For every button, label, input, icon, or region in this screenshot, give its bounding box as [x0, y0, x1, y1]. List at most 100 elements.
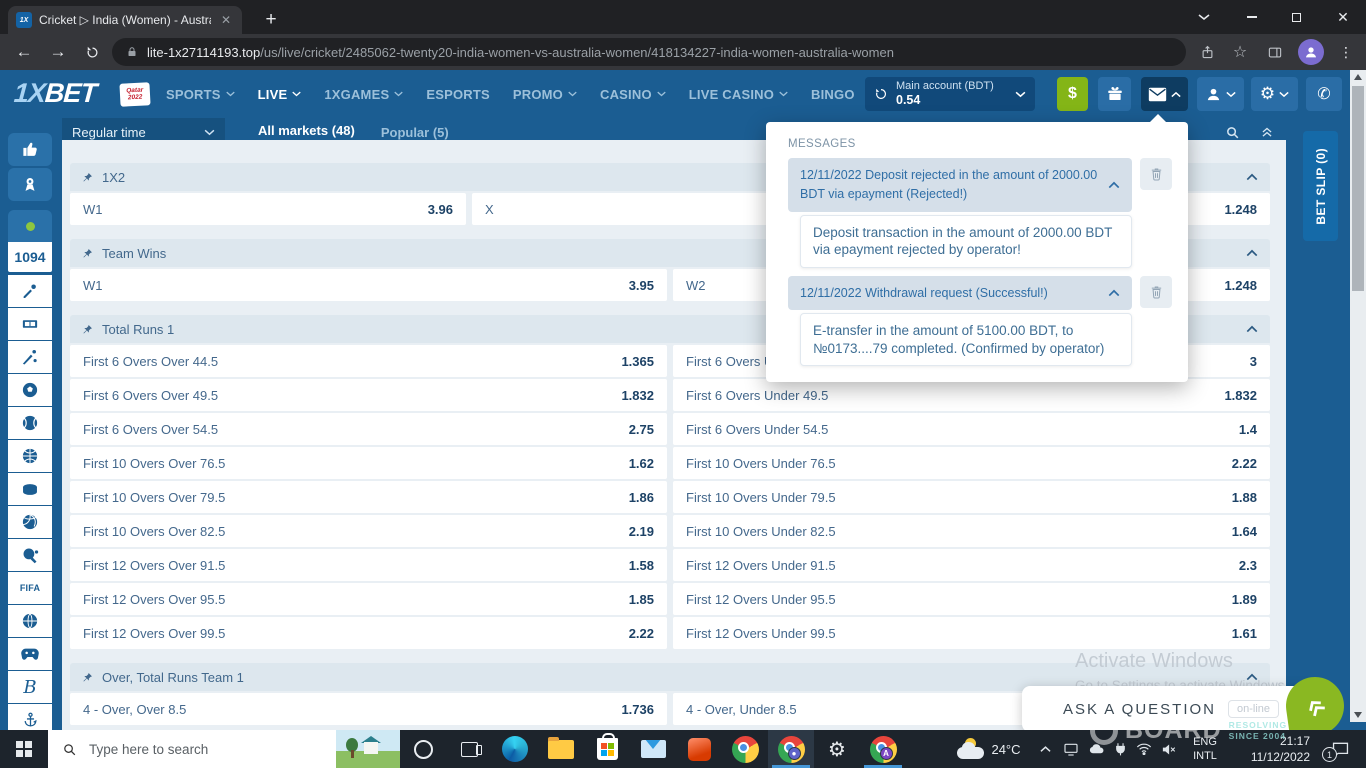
share-icon[interactable] [1193, 38, 1221, 66]
collapse-message-icon[interactable] [1108, 181, 1120, 189]
sidebar-sport-basketball[interactable] [8, 440, 52, 472]
window-close-button[interactable]: ✕ [1320, 0, 1366, 34]
window-minimize-button[interactable] [1229, 0, 1275, 34]
pin-icon[interactable] [82, 172, 93, 183]
tray-expand-icon[interactable] [1033, 730, 1057, 768]
sidebar-sport-fifa[interactable]: FIFA [8, 572, 52, 604]
settings-taskbar-button[interactable]: ⚙ [814, 730, 860, 768]
new-tab-button[interactable]: + [258, 8, 284, 32]
odds-cell[interactable]: First 10 Overs Under 79.51.88 [673, 481, 1270, 513]
odds-cell[interactable]: W13.95 [70, 269, 667, 301]
sidebar-medal-tile[interactable] [8, 168, 52, 201]
nav-item-promo[interactable]: PROMO [513, 87, 577, 102]
odds-cell[interactable]: First 12 Overs Under 91.52.3 [673, 549, 1270, 581]
file-explorer-button[interactable] [538, 730, 584, 768]
settings-button[interactable]: ⚙ [1251, 77, 1298, 111]
live-events-counter[interactable]: 1094 [8, 242, 52, 272]
odds-cell[interactable]: First 12 Overs Over 95.51.85 [70, 583, 667, 615]
sidebar-sport-betgames[interactable]: B [8, 671, 52, 703]
odds-cell[interactable]: First 6 Overs Under 49.51.832 [673, 379, 1270, 411]
odds-cell[interactable]: First 10 Overs Under 82.51.64 [673, 515, 1270, 547]
chrome-profile-a-button[interactable]: A [860, 730, 906, 768]
start-button[interactable] [0, 730, 48, 768]
sidebar-sport-soccer-ball[interactable] [8, 374, 52, 406]
window-maximize-button[interactable] [1273, 0, 1319, 34]
odds-cell[interactable]: First 12 Overs Over 99.52.22 [70, 617, 667, 649]
sidebar-sport-efootball[interactable] [8, 605, 52, 637]
nav-item-sports[interactable]: SPORTS [166, 87, 235, 102]
sidebar-live-tile[interactable] [8, 210, 52, 242]
sidebar-thumbs-up-tile[interactable] [8, 133, 52, 166]
edge-button[interactable] [492, 730, 538, 768]
chrome-active-button[interactable]: ● [768, 730, 814, 768]
nav-item-1xgames[interactable]: 1XGAMES [324, 87, 403, 102]
action-center-button[interactable]: 1 [1314, 730, 1366, 768]
sidebar-sport-gamepad[interactable] [8, 638, 52, 670]
scrollbar-up-arrow[interactable] [1350, 70, 1366, 84]
sidebar-sport-table-tennis[interactable] [8, 539, 52, 571]
scrollbar-down-arrow[interactable] [1350, 708, 1366, 722]
collapse-message-icon[interactable] [1108, 289, 1120, 297]
nav-item-bingo[interactable]: BINGO [811, 87, 855, 102]
site-logo[interactable]: 1XBET [13, 78, 97, 109]
delete-message-button[interactable] [1140, 276, 1172, 308]
sidebar-sport-volleyball[interactable] [8, 506, 52, 538]
odds-cell[interactable]: First 12 Overs Over 91.51.58 [70, 549, 667, 581]
odds-cell[interactable]: First 6 Overs Over 44.51.365 [70, 345, 667, 377]
bookmark-star-icon[interactable]: ☆ [1226, 38, 1254, 66]
odds-cell[interactable]: First 6 Overs Under 54.51.4 [673, 413, 1270, 445]
odds-cell[interactable]: First 10 Overs Over 79.51.86 [70, 481, 667, 513]
odds-cell[interactable]: First 6 Overs Over 54.52.75 [70, 413, 667, 445]
messages-button[interactable] [1141, 77, 1188, 111]
search-input[interactable] [87, 741, 297, 758]
collapse-section-icon[interactable] [1246, 173, 1258, 181]
account-chevron-icon[interactable] [1015, 91, 1026, 98]
forward-icon[interactable]: → [44, 38, 72, 66]
refresh-icon[interactable] [874, 87, 888, 101]
tabstrip-chevron-icon[interactable] [1181, 0, 1227, 34]
side-panel-icon[interactable] [1261, 38, 1289, 66]
display-icon[interactable] [1063, 742, 1079, 756]
sidebar-sport-tennis-ball[interactable] [8, 407, 52, 439]
page-scrollbar[interactable] [1350, 70, 1366, 722]
pin-icon[interactable] [82, 248, 93, 259]
url-bar[interactable]: lite-1x27114193.top/us/live/cricket/2485… [112, 38, 1186, 66]
weather-widget[interactable]: 24°C [945, 730, 1033, 768]
sidebar-sport-cricket[interactable] [8, 275, 52, 307]
tab-close-icon[interactable]: ✕ [218, 12, 234, 28]
scrollbar-thumb[interactable] [1352, 86, 1364, 291]
account-box[interactable]: Main account (BDT) 0.54 [865, 77, 1035, 111]
nav-item-esports[interactable]: ESPORTS [426, 87, 490, 102]
promo-gift-button[interactable] [1098, 77, 1131, 111]
taskbar-search[interactable] [48, 730, 400, 768]
odds-cell[interactable]: First 12 Overs Under 99.51.61 [673, 617, 1270, 649]
pin-icon[interactable] [82, 324, 93, 335]
nav-item-live-casino[interactable]: LIVE CASINO [689, 87, 788, 102]
phone-support-button[interactable]: ✆ [1306, 77, 1342, 111]
collapse-section-icon[interactable] [1246, 325, 1258, 333]
task-view-button[interactable] [446, 730, 492, 768]
mail-button[interactable] [630, 730, 676, 768]
browser-profile-avatar[interactable] [1298, 39, 1324, 65]
odds-cell[interactable]: First 6 Overs Over 49.51.832 [70, 379, 667, 411]
message-header[interactable]: 12/11/2022 Withdrawal request (Successfu… [788, 276, 1132, 311]
nav-item-live[interactable]: LIVE [258, 87, 302, 102]
profile-button[interactable] [1197, 77, 1244, 111]
odds-cell[interactable]: W13.96 [70, 193, 466, 225]
collapse-all-icon[interactable] [1260, 125, 1274, 139]
collapse-section-icon[interactable] [1246, 249, 1258, 257]
odds-cell[interactable]: First 12 Overs Under 95.51.89 [673, 583, 1270, 615]
odds-cell[interactable]: First 10 Overs Under 76.52.22 [673, 447, 1270, 479]
live-chat-button[interactable] [1282, 673, 1348, 739]
odds-cell[interactable]: First 10 Overs Over 82.52.19 [70, 515, 667, 547]
store-button[interactable] [584, 730, 630, 768]
sidebar-sport-stadium[interactable] [8, 308, 52, 340]
browser-menu-icon[interactable]: ⋮ [1334, 38, 1358, 66]
browser-tab[interactable]: 1X Cricket ▷ India (Women) - Austra ✕ [8, 6, 242, 34]
back-icon[interactable]: ← [10, 38, 38, 66]
odds-cell[interactable]: First 10 Overs Over 76.51.62 [70, 447, 667, 479]
deposit-button[interactable]: $ [1057, 77, 1088, 111]
reload-icon[interactable] [78, 38, 106, 66]
nav-item-casino[interactable]: CASINO [600, 87, 666, 102]
cortana-button[interactable] [400, 730, 446, 768]
